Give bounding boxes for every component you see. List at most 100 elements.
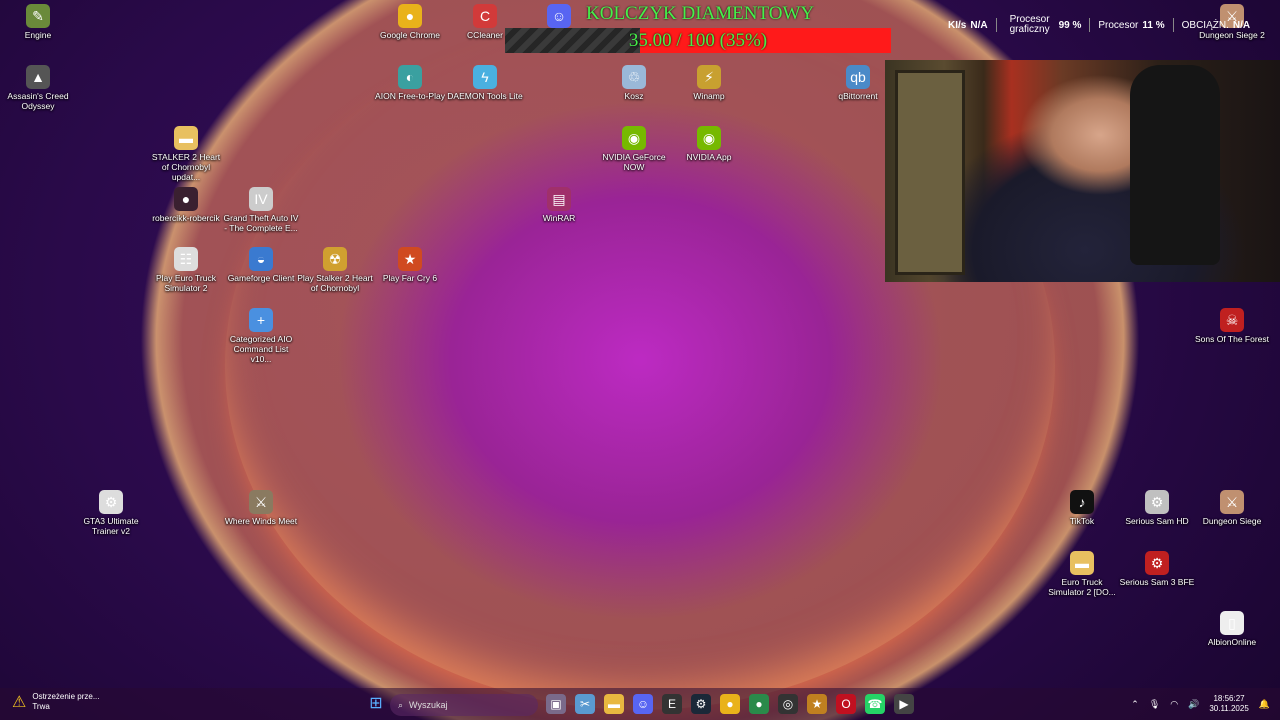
search-input[interactable]: ⌕ Wyszukaj <box>390 694 538 716</box>
assassins-creed-icon: ▲ <box>26 65 50 89</box>
dungeon-siege-icon: ⚔ <box>1220 490 1244 514</box>
desktop-icon[interactable]: ★ Play Far Cry 6 <box>372 247 448 283</box>
desktop-icon-label: TikTok <box>1069 516 1095 526</box>
opera-icon[interactable]: O <box>836 694 856 714</box>
desktop-icon-label: Gameforge Client <box>227 273 295 283</box>
far-cry-6-icon: ★ <box>398 247 422 271</box>
file-explorer-icon[interactable]: ▬ <box>604 694 624 714</box>
nvidia-geforce-now-icon: ◉ <box>622 126 646 150</box>
gameforge-icon: ◒ <box>249 247 273 271</box>
game-icon[interactable]: ★ <box>807 694 827 714</box>
desktop-icon-label: CCleaner <box>467 30 503 40</box>
desktop-icon[interactable]: ☷ Play Euro Truck Simulator 2 <box>148 247 224 293</box>
desktop-icon[interactable]: ● Google Chrome <box>372 4 448 40</box>
warning-title: Ostrzeżenie prze... <box>32 692 100 701</box>
desktop-icon-label: Kosz <box>624 91 644 101</box>
desktop-icon-label: Play Stalker 2 Heart of Chornobyl <box>297 273 373 293</box>
desktop-icon[interactable]: ⚙ GTA3 Ultimate Trainer v2 <box>73 490 149 536</box>
desktop-icon[interactable]: ▬ Euro Truck Simulator 2 [DO... <box>1044 551 1120 597</box>
weather-warning-widget[interactable]: ⚠ Ostrzeżenie prze... Trwa <box>12 692 99 712</box>
whatsapp-icon[interactable]: ☎ <box>865 694 885 714</box>
daemon-tools-icon: ϟ <box>473 65 497 89</box>
network-value: N/A <box>970 19 988 31</box>
recycle-bin-icon: ♲ <box>622 65 646 89</box>
desktop-icon[interactable]: ● robercikk-robercik <box>148 187 224 223</box>
desktop-icon[interactable]: ⚔ Dungeon Siege <box>1194 490 1270 526</box>
chrome-icon[interactable]: ● <box>749 694 769 714</box>
desktop-icon-label: Dungeon Siege <box>1202 516 1262 526</box>
desktop-icon-label: DAEMON Tools Lite <box>447 91 523 101</box>
desktop-icon[interactable]: ☢ Play Stalker 2 Heart of Chornobyl <box>297 247 373 293</box>
desktop-icon[interactable]: ϟ DAEMON Tools Lite <box>447 65 523 101</box>
desktop-icon-label: AION Free-to-Play <box>375 91 445 101</box>
volume-icon[interactable]: 🔊 <box>1188 699 1199 710</box>
desktop-icon[interactable]: ⚔ Where Winds Meet <box>223 490 299 526</box>
steam-icon[interactable]: ⚙ <box>691 694 711 714</box>
desktop-icon[interactable]: ▲ Assasin's Creed Odyssey <box>0 65 76 111</box>
load-label: OBCIĄŻN. <box>1181 19 1229 31</box>
webcam-feed <box>885 60 1280 282</box>
discord-icon[interactable]: ☺ <box>633 694 653 714</box>
desktop-icon[interactable]: ◐ AION Free-to-Play <box>372 65 448 101</box>
ccleaner-icon: C <box>473 4 497 28</box>
folder-icon: ▬ <box>174 126 198 150</box>
aion-icon: ◐ <box>398 65 422 89</box>
warning-subtitle: Trwa <box>32 702 50 711</box>
desktop-icon-label: Serious Sam 3 BFE <box>1119 577 1195 587</box>
serious-sam-3-icon: ⚙ <box>1145 551 1169 575</box>
wifi-icon[interactable]: ◠ <box>1170 699 1178 710</box>
desktop-icon-label: Euro Truck Simulator 2 [DO... <box>1048 577 1116 597</box>
tiktok-icon: ♪ <box>1070 490 1094 514</box>
desktop-icon[interactable]: ⚡ Winamp <box>671 65 747 101</box>
desktop-icon[interactable]: ◉ NVIDIA App <box>671 126 747 162</box>
epic-games-icon[interactable]: E <box>662 694 682 714</box>
folder-icon: ▬ <box>1070 551 1094 575</box>
taskbar: ⚠ Ostrzeżenie prze... Trwa ⊞ ⌕ Wyszukaj … <box>0 688 1280 720</box>
snipping-icon[interactable]: ✂ <box>575 694 595 714</box>
nvidia-app-icon: ◉ <box>697 126 721 150</box>
separator <box>1089 18 1091 32</box>
document-icon: + <box>249 308 273 332</box>
desktop-icon[interactable]: ◒ Gameforge Client <box>223 247 299 283</box>
desktop-icon[interactable]: + Categorized AIO Command List v10... <box>223 308 299 364</box>
desktop-icon-label: Sons Of The Forest <box>1194 334 1269 344</box>
desktop-icon[interactable]: ▬ STALKER 2 Heart of Chornobyl updat... <box>148 126 224 182</box>
desktop-icon[interactable]: ♪ TikTok <box>1044 490 1120 526</box>
clock[interactable]: 18:56:27 30.11.2025 <box>1209 694 1248 714</box>
notification-icon[interactable]: 🔔 <box>1259 699 1270 710</box>
desktop-icon-label: Serious Sam HD <box>1125 516 1189 526</box>
task-view-icon[interactable]: ▣ <box>546 694 566 714</box>
separator <box>1172 18 1174 32</box>
chevron-up-icon[interactable]: ⌃ <box>1131 699 1139 710</box>
desktop-icon[interactable]: ▯ AlbionOnline <box>1194 611 1270 647</box>
desktop-icon[interactable]: ✎ Engine <box>0 4 76 40</box>
qbittorrent-icon: qb <box>846 65 870 89</box>
desktop-icon[interactable]: ◉ NVIDIA GeForce NOW <box>596 126 672 172</box>
chrome-icon[interactable]: ● <box>720 694 740 714</box>
donation-progress-bar: 35.00 / 100 (35%) <box>505 28 891 53</box>
desktop-icon-label: Engine <box>24 30 52 40</box>
sons-of-the-forest-icon: ☠ <box>1220 308 1244 332</box>
desktop-icon[interactable]: IV Grand Theft Auto IV - The Complete E..… <box>223 187 299 233</box>
where-winds-meet-icon: ⚔ <box>249 490 273 514</box>
discord-icon: ☺ <box>547 4 571 28</box>
user-shortcut-icon: ● <box>174 187 198 211</box>
search-placeholder: Wyszukaj <box>409 700 448 710</box>
microphone-icon[interactable]: 🎙 <box>1149 699 1160 710</box>
load-stat: OBCIĄŻN. N/A <box>1182 20 1250 31</box>
clock-date: 30.11.2025 <box>1209 704 1249 713</box>
desktop-icon[interactable]: ⚙ Serious Sam 3 BFE <box>1119 551 1195 587</box>
desktop-icon-label: Google Chrome <box>379 30 440 40</box>
desktop-icon[interactable]: ♲ Kosz <box>596 65 672 101</box>
desktop-icon-label: qBittorrent <box>838 91 878 101</box>
engine-icon: ✎ <box>26 4 50 28</box>
desktop-icon[interactable]: ▤ WinRAR <box>521 187 597 223</box>
media-player-icon[interactable]: ▶ <box>894 694 914 714</box>
desktop-icon[interactable]: ☠ Sons Of The Forest <box>1194 308 1270 344</box>
obs-icon[interactable]: ◎ <box>778 694 798 714</box>
start-button[interactable]: ⊞ <box>366 694 386 714</box>
desktop-icon[interactable]: ⚙ Serious Sam HD <box>1119 490 1195 526</box>
euro-truck-icon: ☷ <box>174 247 198 271</box>
desktop-icon-label: Categorized AIO Command List v10... <box>229 334 293 364</box>
cpu-value: 11 % <box>1142 19 1165 31</box>
